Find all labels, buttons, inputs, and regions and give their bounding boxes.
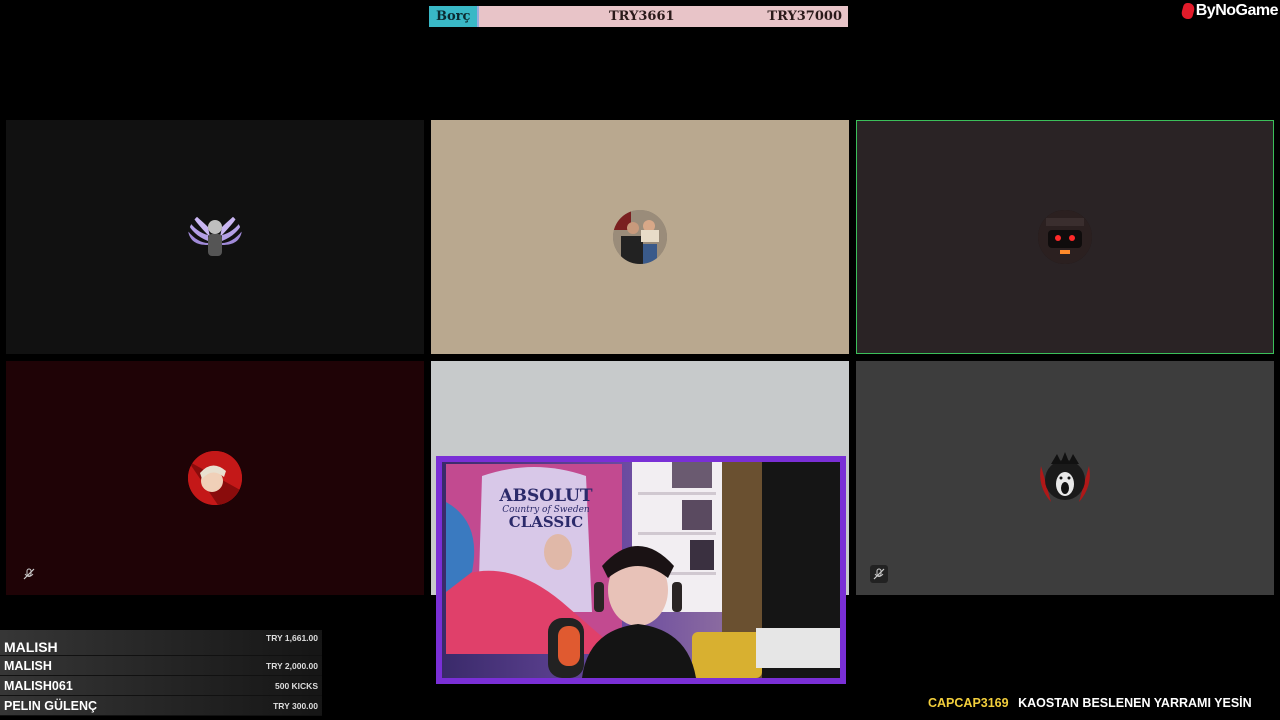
brand-name: ByNoGame <box>1195 2 1279 19</box>
donor-name: MALISH <box>4 658 52 673</box>
donation-amount: TRY 2,000.00 <box>266 660 318 671</box>
participant-tile-1[interactable] <box>6 120 424 354</box>
poster-classic: CLASSIC <box>508 513 584 532</box>
donation-amount: 500 KICKS <box>275 680 318 691</box>
donation-row: MALISH061 500 KICKS <box>0 676 322 696</box>
debt-goal-bar: Borç TRY3661 TRY37000 <box>429 6 848 27</box>
person-holding-sign-avatar <box>613 210 667 264</box>
donation-row: MALISH TRY 2,000.00 <box>0 656 322 676</box>
participant-tile-3-speaking[interactable] <box>856 120 1274 354</box>
winged-angel-avatar <box>188 210 242 264</box>
red-hair-anime-avatar <box>188 451 242 505</box>
participant-tile-2[interactable] <box>431 120 849 354</box>
donation-row: PELIN GÜLENÇ TRY 300.00 <box>0 696 322 716</box>
webcam-feed: ABSOLUT Country of Sweden CLASSIC <box>442 462 840 678</box>
chat-ticker: CAPCAP3169 KAOSTAN BESLENEN YARRAMI YESİ… <box>928 696 1252 710</box>
donor-name: MALISH <box>4 639 58 655</box>
screaming-skull-avatar <box>1033 446 1097 510</box>
debt-label: Borç <box>429 6 480 27</box>
streamer-webcam: ABSOLUT Country of Sweden CLASSIC <box>436 456 846 684</box>
donation-list: MALISH TRY 1,661.00 MALISH TRY 2,000.00 … <box>0 630 322 716</box>
participant-tile-6[interactable] <box>856 361 1274 595</box>
bynogame-logo-icon <box>1179 3 1196 19</box>
ticker-username: CAPCAP3169 <box>928 696 1009 710</box>
debt-current-amount: TRY3661 <box>609 9 675 24</box>
ticker-message: KAOSTAN BESLENEN YARRAMI YESİN <box>1018 696 1252 710</box>
mic-muted-icon <box>870 565 888 583</box>
donation-row: MALISH TRY 1,661.00 <box>0 630 322 656</box>
donor-name: PELIN GÜLENÇ <box>4 698 98 713</box>
mic-muted-icon <box>20 565 38 583</box>
donation-amount: TRY 300.00 <box>273 700 318 711</box>
red-eyed-car-avatar <box>1038 210 1092 264</box>
brand-logo: ByNoGame <box>1179 0 1279 22</box>
participant-tile-4[interactable] <box>6 361 424 595</box>
poster-title: ABSOLUT <box>499 486 593 506</box>
donor-name: MALISH061 <box>4 678 73 693</box>
debt-target-amount: TRY37000 <box>767 9 842 24</box>
donation-amount: TRY 1,661.00 <box>266 633 318 643</box>
poster-text: ABSOLUT Country of Sweden CLASSIC <box>486 486 606 532</box>
